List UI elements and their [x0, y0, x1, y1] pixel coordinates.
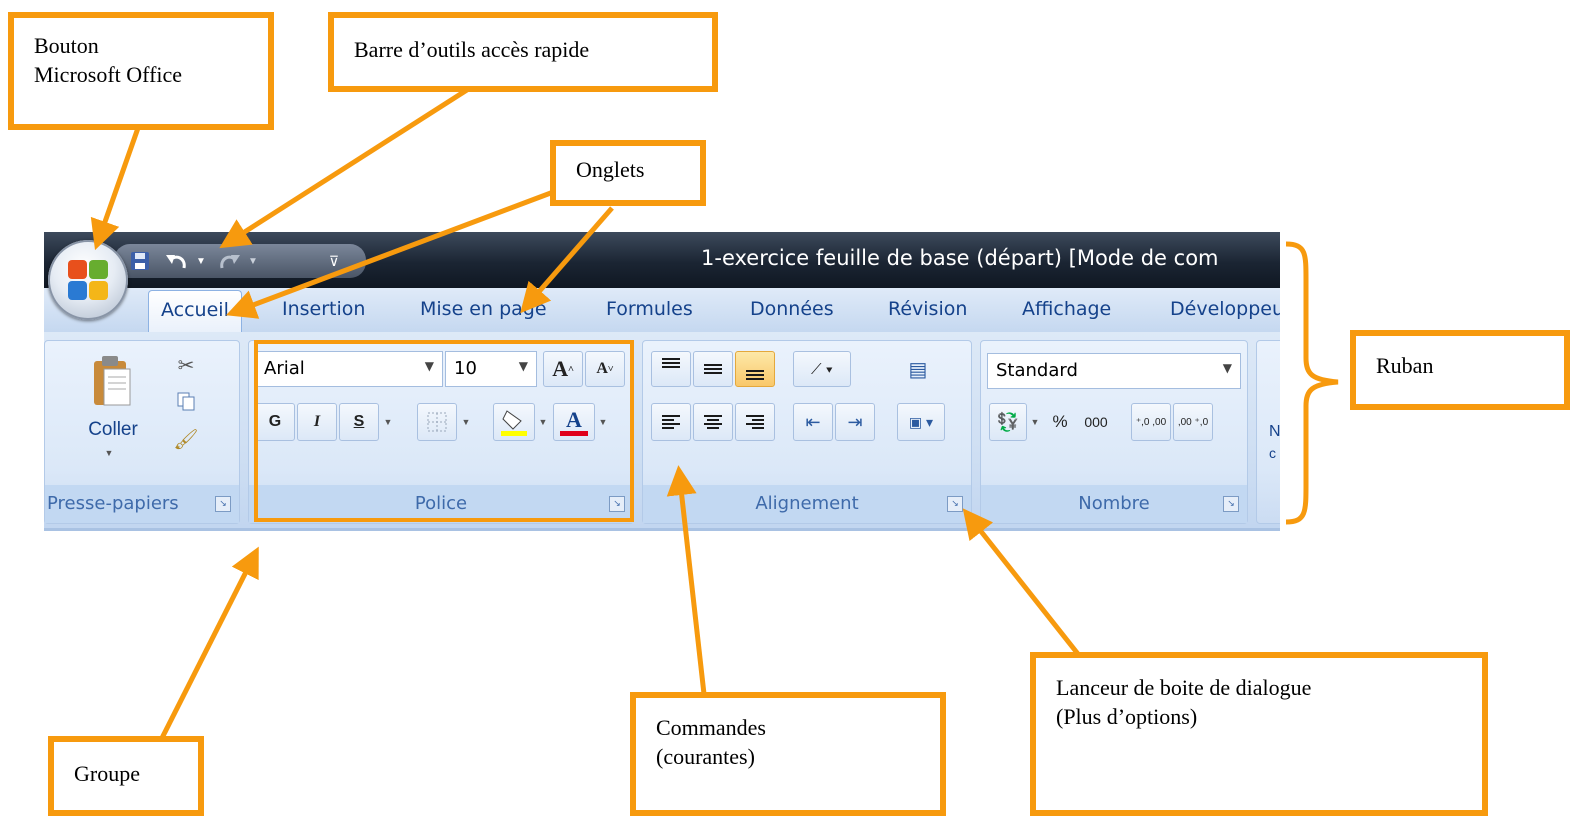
annotation-launcher: Lanceur de boite de dialogue (Plus d’opt…: [1030, 652, 1488, 816]
title-bar: ▼ ▼ ⊽ 1-exercice feuille de base (départ…: [44, 232, 1280, 288]
tab-developpeur[interactable]: Développeu: [1170, 298, 1280, 320]
quick-access-toolbar: ▼ ▼ ⊽: [114, 244, 366, 278]
annotation-commands: Commandes (courantes): [630, 692, 946, 816]
partial-label-top: N: [1269, 423, 1280, 440]
group-styles-partial: N c: [1256, 340, 1280, 524]
tab-insertion[interactable]: Insertion: [282, 298, 365, 320]
currency-icon[interactable]: 💱: [989, 403, 1027, 441]
cut-icon[interactable]: ✂: [171, 351, 201, 379]
redo-icon[interactable]: [214, 248, 244, 274]
orientation-icon[interactable]: ⟋ ▾: [793, 351, 851, 387]
excel-window: ▼ ▼ ⊽ 1-exercice feuille de base (départ…: [44, 232, 1280, 532]
ribbon-brace-icon: [1285, 241, 1339, 525]
format-painter-icon[interactable]: 🖌: [171, 425, 201, 453]
tab-donnees[interactable]: Données: [750, 298, 834, 320]
align-top-icon[interactable]: [651, 351, 691, 387]
annotation-text: Lanceur de boite de dialogue: [1056, 675, 1312, 700]
number-format-value: Standard: [996, 360, 1078, 381]
percent-button[interactable]: %: [1045, 403, 1075, 441]
decrease-decimal-button[interactable]: ,00 ⁺,0: [1173, 403, 1213, 441]
office-button[interactable]: [48, 240, 128, 320]
annotation-text: Ruban: [1376, 353, 1434, 378]
align-bottom-icon[interactable]: [735, 351, 775, 387]
annotation-text: Onglets: [576, 157, 645, 182]
annotation-group: Groupe: [48, 736, 204, 816]
increase-indent-icon[interactable]: ⇥: [835, 403, 875, 441]
annotation-text: Commandes: [656, 715, 766, 740]
chevron-down-icon: ▼: [1222, 361, 1232, 375]
redo-dropdown-icon[interactable]: ▼: [246, 248, 260, 274]
annotation-quick-access: Barre d’outils accès rapide: [328, 12, 718, 92]
annotation-text: Groupe: [74, 761, 140, 786]
annotation-text: Barre d’outils accès rapide: [354, 37, 590, 62]
ribbon: Coller ▼ ✂ 🖌 Presse-papiers ↘ Arial ▼ 10…: [44, 332, 1280, 531]
number-format-combo[interactable]: Standard ▼: [987, 353, 1241, 389]
dialog-launcher-icon[interactable]: ↘: [1223, 496, 1239, 512]
group-label-clipboard: Presse-papiers: [45, 485, 239, 523]
annotation-text: (courantes): [656, 743, 755, 769]
save-icon[interactable]: [128, 248, 152, 274]
dialog-launcher-icon[interactable]: ↘: [947, 496, 963, 512]
align-right-icon[interactable]: [735, 403, 775, 441]
thousands-button[interactable]: 000: [1077, 403, 1115, 441]
align-middle-icon[interactable]: [693, 351, 733, 387]
paste-button[interactable]: Coller: [83, 417, 143, 443]
currency-dropdown-icon[interactable]: ▼: [1027, 403, 1043, 441]
annotation-ribbon: Ruban: [1350, 330, 1570, 410]
wrap-text-icon[interactable]: ▤: [901, 351, 935, 387]
partial-label-bottom: c: [1269, 445, 1276, 461]
window-title: 1-exercice feuille de base (départ) [Mod…: [701, 246, 1219, 270]
group-label-number: Nombre: [981, 485, 1247, 523]
tab-revision[interactable]: Révision: [888, 298, 967, 320]
tab-accueil[interactable]: Accueil: [148, 290, 242, 332]
group-alignment: ⟋ ▾ ⇤ ⇥ ▤ ▣ ▾ Alignement ↘: [642, 340, 972, 524]
align-center-icon[interactable]: [693, 403, 733, 441]
paste-icon[interactable]: [87, 351, 137, 411]
annotation-tabs: Onglets: [550, 140, 706, 206]
annotation-text: (Plus d’options): [1056, 703, 1198, 729]
tab-mise-en-page[interactable]: Mise en page: [420, 298, 547, 320]
office-logo-icon: [68, 260, 108, 300]
group-clipboard: Coller ▼ ✂ 🖌 Presse-papiers ↘: [44, 340, 240, 524]
annotation-text: Microsoft Office: [34, 61, 183, 87]
tab-formules[interactable]: Formules: [606, 298, 693, 320]
dialog-launcher-icon[interactable]: ↘: [215, 496, 231, 512]
copy-icon[interactable]: [171, 387, 201, 415]
undo-dropdown-icon[interactable]: ▼: [194, 248, 208, 274]
tab-affichage[interactable]: Affichage: [1022, 298, 1111, 320]
group-highlight-box: [254, 340, 634, 522]
paste-dropdown-icon[interactable]: ▼: [99, 445, 119, 461]
annotation-text: Bouton: [34, 33, 99, 58]
increase-decimal-button[interactable]: ⁺,0 ,00: [1131, 403, 1171, 441]
customize-qat-icon[interactable]: ⊽: [324, 248, 344, 274]
annotation-office-button: Bouton Microsoft Office: [8, 12, 274, 130]
group-label-alignment: Alignement: [643, 485, 971, 523]
ribbon-tabs: Accueil Insertion Mise en page Formules …: [44, 288, 1280, 332]
align-left-icon[interactable]: [651, 403, 691, 441]
undo-icon[interactable]: [162, 248, 192, 274]
merge-center-icon[interactable]: ▣ ▾: [897, 403, 945, 441]
group-number: Standard ▼ 💱 ▼ % 000 ⁺,0 ,00 ,00 ⁺,0 Nom…: [980, 340, 1248, 524]
decrease-indent-icon[interactable]: ⇤: [793, 403, 833, 441]
